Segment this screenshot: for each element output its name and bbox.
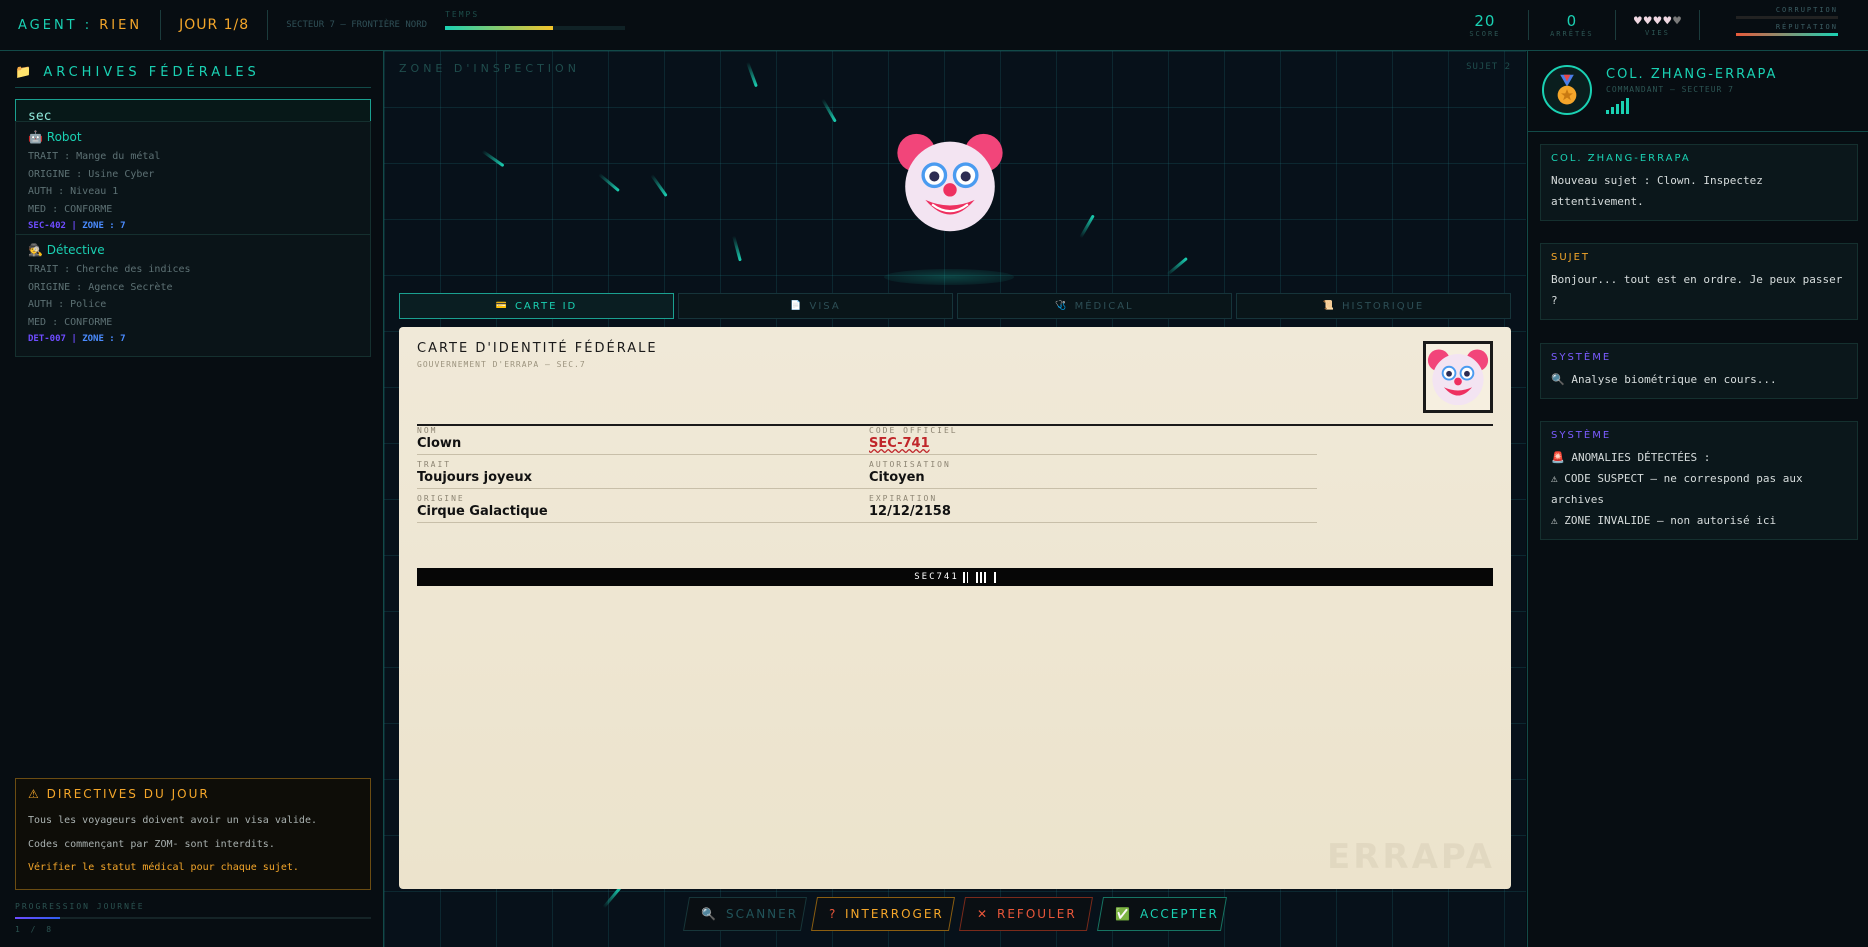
day-progress-bar — [15, 917, 371, 919]
reputation-fill — [1736, 33, 1838, 36]
message-sender: SYSTÈME — [1551, 430, 1612, 441]
subject-counter: SUJET 2 — [1466, 62, 1511, 72]
time-meter: TEMPS — [445, 10, 626, 40]
barcode: SEC741 — [417, 568, 1493, 586]
document-tabs: 💳 CARTE ID 📄 VISA 🩺 MÉDICAL 📜 HISTORIQUE — [399, 293, 1511, 319]
agent-status: AGENT : RIEN — [18, 17, 143, 33]
archives-panel: 📁 ARCHIVES FÉDÉRALES 🤖 Robot TRAIT : Man… — [0, 51, 384, 947]
day-progress-fill — [15, 917, 60, 919]
question-icon: ? — [829, 907, 838, 921]
comms-panel: COL. ZHANG-ERRAPA COMMANDANT — SECTEUR 7… — [1527, 51, 1868, 947]
history-icon: 📜 — [1322, 301, 1336, 311]
daily-directives: ⚠ DIRECTIVES DU JOUR Tous les voyageurs … — [15, 778, 371, 890]
action-bar: 🔍 SCANNER ? INTERROGER ✕ REFOULER ✅ ACCEPTER — [384, 897, 1526, 931]
detective-icon: 🕵 — [28, 243, 43, 257]
cross-icon: ✕ — [977, 907, 990, 921]
reputation-meters: CORRUPTION RÉPUTATION — [1736, 6, 1838, 40]
message-sender: COL. ZHANG-ERRAPA — [1551, 153, 1691, 164]
message-text: Nouveau sujet : Clown. Inspectez attenti… — [1551, 174, 1763, 208]
message-sender: SUJET — [1551, 252, 1591, 263]
archive-card-robot[interactable]: 🤖 Robot TRAIT : Mange du métal ORIGINE :… — [15, 121, 371, 244]
subject-photo — [1423, 341, 1493, 413]
inspection-zone: ZONE D'INSPECTION SUJET 2 💳 CARTE ID 📄 VIS… — [384, 51, 1526, 947]
commander-name: COL. ZHANG-ERRAPA — [1606, 67, 1778, 82]
document-title: CARTE D'IDENTITÉ FÉDÉRALE — [417, 341, 658, 356]
field-authorization: AUTORISATION Citoyen — [869, 460, 1317, 489]
accept-button[interactable]: ✅ ACCEPTER — [1097, 897, 1227, 931]
heart-icon: ♥ — [1643, 13, 1652, 29]
magnifier-icon: 🔍 — [701, 907, 718, 921]
tab-history[interactable]: 📜 HISTORIQUE — [1236, 293, 1511, 319]
sector-label: SECTEUR 7 — FRONTIÈRE NORD — [286, 20, 428, 30]
interrogate-button[interactable]: ? INTERROGER — [811, 897, 955, 931]
zone-label: ZONE D'INSPECTION — [399, 62, 580, 75]
message-commander: COL. ZHANG-ERRAPA Nouveau sujet : Clown.… — [1540, 144, 1858, 221]
document-subtitle: GOUVERNEMENT D'ERRAPA — SEC.7 — [417, 360, 586, 369]
field-expiry: EXPIRATION 12/12/2158 — [869, 494, 1317, 523]
score-label: SCORE — [1469, 30, 1501, 38]
lives-hearts: ♥ ♥ ♥ ♥ ♥ — [1634, 14, 1681, 29]
day-progress-label: PROGRESSION JOURNÉE — [15, 902, 145, 911]
message-system-anomalies: SYSTÈME 🚨 ANOMALIES DÉTECTÉES : ⚠ CODE S… — [1540, 421, 1858, 540]
scan-button[interactable]: 🔍 SCANNER — [683, 897, 807, 931]
archives-title: 📁 ARCHIVES FÉDÉRALES — [15, 65, 260, 80]
archive-card-detective[interactable]: 🕵 Détective TRAIT : Cherche des indices … — [15, 234, 371, 357]
visa-doc-icon: 📄 — [790, 301, 804, 311]
archive-card-code: DET-007 | ZONE : 7 — [28, 334, 126, 344]
medical-icon: 🩺 — [1055, 301, 1069, 311]
tab-visa[interactable]: 📄 VISA — [678, 293, 953, 319]
refuse-button[interactable]: ✕ REFOULER — [959, 897, 1093, 931]
day-progress-value: 1 / 8 — [15, 925, 55, 934]
heart-icon: ♥ — [1633, 13, 1642, 29]
clown-face-icon — [1427, 349, 1489, 406]
folder-icon: 📁 — [15, 65, 36, 80]
medal-icon — [1542, 65, 1592, 115]
heart-icon: ♥ — [1663, 13, 1672, 29]
clown-face-icon — [894, 126, 1006, 238]
tab-id-card[interactable]: 💳 CARTE ID — [399, 293, 674, 319]
id-card-document: CARTE D'IDENTITÉ FÉDÉRALE GOUVERNEMENT D… — [399, 327, 1511, 889]
barcode-text: SEC741 — [914, 572, 959, 582]
message-text: 🚨 ANOMALIES DÉTECTÉES : — [1551, 451, 1711, 464]
lives-label: VIES — [1645, 28, 1670, 37]
directive-line: Codes commençant par ZOM- sont interdits… — [28, 838, 275, 850]
score-value: 20 — [1474, 12, 1496, 30]
commander-role: COMMANDANT — SECTEUR 7 — [1606, 85, 1734, 94]
time-fill — [445, 26, 554, 30]
message-sender: SYSTÈME — [1551, 352, 1612, 363]
day-counter: JOUR 1/8 — [179, 17, 250, 33]
reputation-label: RÉPUTATION — [1775, 23, 1838, 31]
commander-header: COL. ZHANG-ERRAPA COMMANDANT — SECTEUR 7 — [1528, 51, 1868, 132]
heart-icon: ♥ — [1673, 13, 1681, 29]
time-label: TEMPS — [445, 10, 480, 19]
arrests-value: 0 — [1566, 12, 1578, 30]
message-text: Bonjour... tout est en ordre. Je peux pa… — [1551, 273, 1843, 307]
top-bar: AGENT : RIEN JOUR 1/8 SECTEUR 7 — FRONTI… — [0, 0, 1868, 51]
robot-icon: 🤖 — [28, 130, 43, 144]
tab-medical[interactable]: 🩺 MÉDICAL — [957, 293, 1232, 319]
archive-card-code: SEC-402 | ZONE : 7 — [28, 221, 126, 231]
lives-stat: ♥ ♥ ♥ ♥ ♥ VIES — [1634, 14, 1681, 37]
arrests-stat: 0 ARRÊTÉS — [1547, 12, 1597, 38]
score-stat: 20 SCORE — [1460, 12, 1510, 38]
corruption-label: CORRUPTION — [1775, 6, 1838, 14]
field-code: CODE OFFICIEL SEC-741 — [869, 426, 1317, 455]
heart-icon: ♥ — [1653, 13, 1662, 29]
signal-icon — [1606, 98, 1629, 114]
directive-line: Tous les voyageurs doivent avoir un visa… — [28, 815, 317, 826]
message-text: 🔍 Analyse biométrique en cours... — [1551, 373, 1777, 386]
message-subject: SUJET Bonjour... tout est en ordre. Je p… — [1540, 243, 1858, 320]
id-card-icon: 💳 — [495, 301, 509, 311]
document-watermark: ERRAPA — [1326, 837, 1495, 877]
directives-title: ⚠ DIRECTIVES DU JOUR — [28, 787, 210, 801]
check-icon: ✅ — [1115, 907, 1132, 921]
message-text: ⚠ ZONE INVALIDE — non autorisé ici — [1551, 514, 1777, 527]
message-text: ⚠ CODE SUSPECT — ne correspond pas aux a… — [1551, 472, 1803, 506]
message-system-scan: SYSTÈME 🔍 Analyse biométrique en cours..… — [1540, 343, 1858, 399]
directive-line: Vérifier le statut médical pour chaque s… — [28, 862, 299, 873]
arrests-label: ARRÊTÉS — [1550, 30, 1594, 38]
